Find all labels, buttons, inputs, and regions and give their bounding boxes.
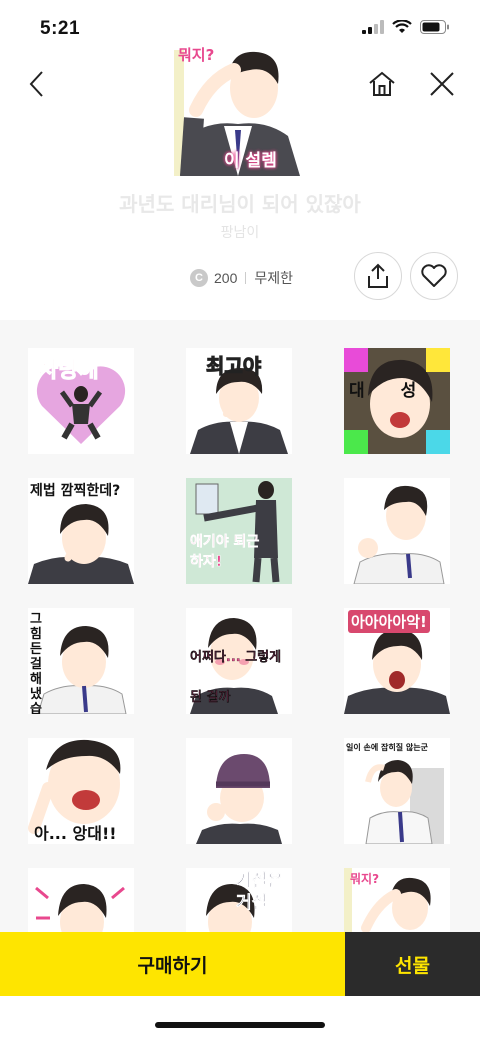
sticker-text: 사랑해 <box>38 358 100 384</box>
status-time: 5:21 <box>40 18 81 39</box>
sticker-item[interactable]: 뭐지? <box>344 868 450 932</box>
sticker-text: 일이 손에 잡히질 않는군 <box>346 743 428 752</box>
cellular-signal-icon <box>362 20 384 34</box>
bottom-action-bar: 구매하기 선물 <box>0 932 480 996</box>
sticker-item[interactable]: 애기야 퇴근하자! <box>186 478 292 584</box>
sticker-item[interactable]: 거절은 거절 <box>186 868 292 932</box>
back-button[interactable] <box>14 62 58 106</box>
sticker-text: 애기야 퇴근하자! <box>190 534 260 571</box>
sticker-text: 어쩌다... 그렇게 된 걸까 <box>190 650 282 705</box>
sticker-item[interactable] <box>28 868 134 932</box>
sticker-item[interactable]: 최고야 <box>186 348 292 454</box>
wifi-icon <box>392 20 412 33</box>
sticker-grid: 사랑해 최고야 대성통 <box>28 348 450 932</box>
sticker-text: 거절은 거절 <box>236 871 283 914</box>
sticker-item[interactable]: 제법 깜찍한데? <box>28 478 134 584</box>
gift-button[interactable]: 선물 <box>345 932 480 996</box>
home-button[interactable] <box>360 62 404 106</box>
hero-text-top: 뭐지? <box>178 46 215 64</box>
sticker-text: 아아아아악! <box>348 610 430 633</box>
price-amount: 200 <box>214 270 238 286</box>
sticker-preview-area[interactable]: 사랑해 최고야 대성통 <box>0 320 480 932</box>
sticker-text: 대성통곡 <box>349 381 450 401</box>
share-icon <box>368 263 388 288</box>
sticker-item[interactable]: 그 힘든 걸 해냈습니다 <box>28 608 134 714</box>
sticker-item[interactable] <box>344 478 450 584</box>
price-divider <box>245 272 247 284</box>
sticker-text: 그 힘든 걸 해냈습니다 <box>30 612 42 714</box>
sticker-title: 과년도 대리님이 되어 있잖아 <box>119 192 361 216</box>
heart-icon <box>421 264 447 287</box>
sticker-item[interactable]: 일이 손에 잡히질 않는군 <box>344 738 450 844</box>
home-icon <box>369 71 395 96</box>
sticker-item[interactable]: 대성통곡 <box>344 348 450 454</box>
coin-icon: C <box>190 269 208 287</box>
price-period: 무제한 <box>254 270 293 286</box>
sticker-text: 아... 앙대!! <box>34 824 117 843</box>
home-indicator[interactable] <box>155 1022 325 1028</box>
sticker-text: 제법 깜찍한데? <box>30 483 121 499</box>
sticker-item[interactable] <box>186 738 292 844</box>
price-info: C 200 무제한 <box>190 268 293 288</box>
battery-icon <box>420 20 449 34</box>
sticker-item[interactable]: 아아아아악! <box>344 608 450 714</box>
hero-text-bottom: 이 설렘 <box>224 151 277 171</box>
like-button[interactable] <box>410 252 458 300</box>
sticker-author: 팡남이 <box>220 225 260 241</box>
close-icon <box>430 72 454 96</box>
sticker-text: 뭐지? <box>350 872 380 886</box>
hero-sticker-image: 뭐지? 이 설렘 <box>170 40 306 177</box>
buy-button[interactable]: 구매하기 <box>0 932 345 996</box>
sticker-item[interactable]: 아... 앙대!! <box>28 738 134 844</box>
sticker-header: 뭐지? 이 설렘 과년도 대리님이 되어 있잖아 팡남이 C 200 무제한 <box>0 40 480 320</box>
sticker-item[interactable]: 사랑해 <box>28 348 134 454</box>
share-button[interactable] <box>354 252 402 300</box>
sticker-text: 최고야 <box>205 354 262 379</box>
status-icons <box>362 20 450 34</box>
sticker-item[interactable]: 어쩌다... 그렇게 된 걸까 <box>186 608 292 714</box>
chevron-left-icon <box>29 71 43 97</box>
close-button[interactable] <box>420 62 464 106</box>
